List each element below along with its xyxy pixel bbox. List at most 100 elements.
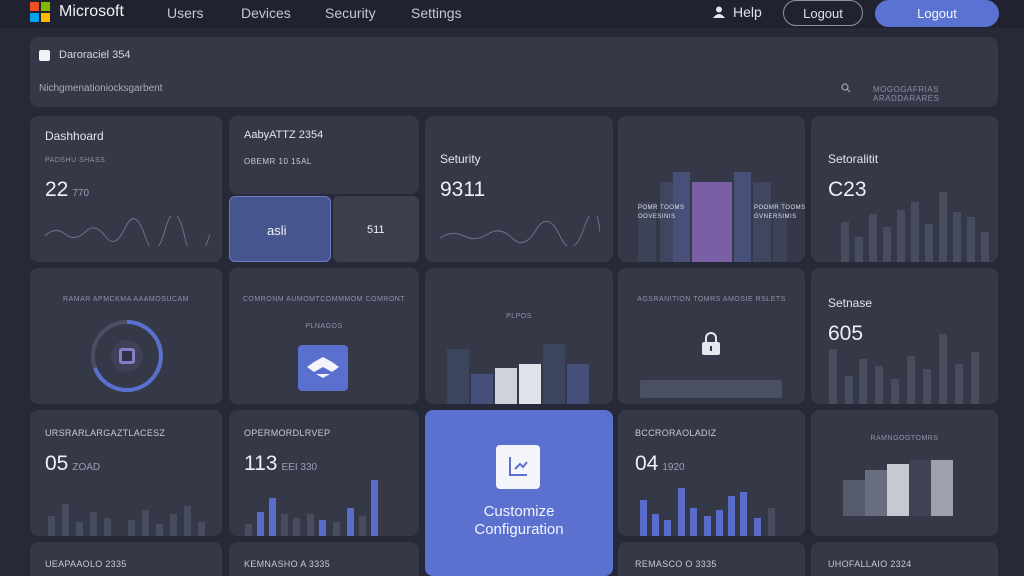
chart-bar bbox=[843, 480, 865, 516]
chart-bar bbox=[184, 506, 191, 536]
chart-bar bbox=[841, 222, 849, 262]
row3-card-2[interactable]: OPERMORDLRVEP 113 EEI 330 bbox=[229, 410, 419, 536]
filter-checkbox-row[interactable]: Daroraciel 354 bbox=[39, 49, 131, 61]
dashboard-card[interactable]: Dashhoard PADSHU SHASS 22 770 bbox=[30, 116, 222, 262]
row4-card-5[interactable]: UHOFALLAIO 2324 bbox=[811, 542, 998, 576]
segment-a[interactable]: asli bbox=[229, 196, 331, 262]
card-title: REMASCO O 3335 bbox=[635, 559, 717, 569]
setoralitit-card[interactable]: Setoralitit C23 bbox=[811, 116, 998, 262]
chart-bar bbox=[753, 182, 771, 262]
segment-a-label: asli bbox=[267, 223, 287, 238]
help-label: Help bbox=[733, 4, 762, 20]
logout-outline-button[interactable]: Logout bbox=[783, 0, 863, 26]
filter-meta: MOGOGAFRIAS ARADDARARES bbox=[873, 85, 940, 103]
nav-devices[interactable]: Devices bbox=[241, 5, 291, 21]
chart-bar bbox=[543, 344, 565, 404]
chart-bar bbox=[967, 217, 975, 262]
row4-card-2[interactable]: KEMNASHO A 3335 bbox=[229, 542, 419, 576]
user-icon bbox=[713, 6, 725, 18]
chart-bar bbox=[690, 508, 697, 536]
chart-label-left: POMR TOOMS OOVESINIS bbox=[638, 205, 685, 220]
chart-bar bbox=[90, 512, 97, 536]
card-title: OPERMORDLRVEP bbox=[244, 428, 331, 438]
chart-bar bbox=[156, 524, 163, 536]
card-value: 04 1920 bbox=[635, 452, 685, 475]
nav-security[interactable]: Security bbox=[325, 5, 376, 21]
chart-bar bbox=[740, 492, 747, 536]
customize-label: Customize Configuration bbox=[474, 503, 564, 538]
lock-icon bbox=[702, 332, 720, 355]
card-title: UHOFALLAIO 2324 bbox=[828, 559, 912, 569]
nav-settings[interactable]: Settings bbox=[411, 5, 462, 21]
chart-bar bbox=[907, 356, 915, 404]
search-icon[interactable] bbox=[841, 83, 851, 93]
filter-checkbox[interactable] bbox=[39, 49, 50, 61]
donut-card[interactable]: RAMAR APMCKMA AAAMOSUCAM bbox=[30, 268, 222, 404]
card-value: 605 bbox=[828, 322, 864, 345]
card-title: Setnase bbox=[828, 296, 873, 310]
nav-users[interactable]: Users bbox=[167, 5, 204, 21]
card-subtitle: COMRONM AUMOMTCOMMMOM COMRONT bbox=[242, 296, 406, 303]
chart-bar bbox=[307, 514, 314, 536]
segment-b[interactable]: 511 bbox=[333, 196, 419, 262]
top-nav: Microsoft Users Devices Security Setting… bbox=[0, 0, 1024, 28]
brand[interactable]: Microsoft bbox=[30, 2, 124, 22]
row3-card-1[interactable]: URSRARLARGAZTLACESZ 05 ZOAD bbox=[30, 410, 222, 536]
lock-card[interactable]: AGSRANITION TOMRS AMOSIE RSLETS bbox=[618, 268, 805, 404]
card-subtitle: OBEMR 10 15AL bbox=[244, 157, 312, 166]
card-title: UEAPAAOLO 2335 bbox=[45, 559, 127, 569]
help-link[interactable]: Help bbox=[713, 4, 762, 20]
customize-configuration-button[interactable]: Customize Configuration bbox=[425, 410, 613, 576]
filter-input[interactable]: Nichgmenationiocksgarbent bbox=[39, 83, 162, 94]
card-value: 22 770 bbox=[45, 178, 90, 201]
card-value: 113 EEI 330 bbox=[244, 452, 318, 475]
chart-bar bbox=[359, 516, 366, 536]
brand-name: Microsoft bbox=[59, 3, 124, 20]
chart-bar bbox=[678, 488, 685, 536]
chart-bar bbox=[198, 522, 205, 536]
chart-bar bbox=[845, 376, 853, 404]
logout-primary-button[interactable]: Logout bbox=[875, 0, 999, 27]
chart-bar bbox=[897, 210, 905, 262]
chart-bar bbox=[640, 500, 647, 536]
chart-bar bbox=[104, 518, 111, 536]
chart-bar bbox=[923, 369, 931, 404]
chart-bar bbox=[981, 232, 989, 262]
chart-bar bbox=[128, 520, 135, 536]
row4-card-1[interactable]: UEAPAAOLO 2335 bbox=[30, 542, 222, 576]
chart-bar bbox=[245, 524, 252, 536]
chart-bar bbox=[495, 368, 517, 404]
purple-bars-card[interactable]: POMR TOOMS OOVESINIS POOMR TOOMS GVNERSI… bbox=[618, 116, 805, 262]
share-card[interactable]: COMRONM AUMOMTCOMMMOM COMRONT PLNAGOS bbox=[229, 268, 419, 404]
row4-card-4[interactable]: REMASCO O 3335 bbox=[618, 542, 805, 576]
chart-bar bbox=[909, 460, 931, 516]
chart-bar bbox=[76, 522, 83, 536]
security-card[interactable]: Seturity 9311 bbox=[425, 116, 613, 262]
chart-bar bbox=[652, 514, 659, 536]
dropbox-icon[interactable] bbox=[298, 345, 348, 391]
chart-bar bbox=[865, 470, 887, 516]
aaby-card[interactable]: AabyATTZ 2354 OBEMR 10 15AL bbox=[229, 116, 419, 194]
chart-bar bbox=[319, 520, 326, 536]
chart-bar bbox=[692, 182, 732, 262]
microsoft-logo-icon bbox=[30, 2, 50, 22]
chart-bar bbox=[953, 212, 961, 262]
filter-panel: Daroraciel 354 Nichgmenationiocksgarbent… bbox=[30, 37, 998, 107]
setnase-card[interactable]: Setnase 605 bbox=[811, 268, 998, 404]
donut-chart bbox=[91, 320, 163, 392]
chart-bar bbox=[293, 518, 300, 536]
progress-tray bbox=[640, 380, 782, 398]
row3-card-4[interactable]: BCCRORAOLADIZ 04 1920 bbox=[618, 410, 805, 536]
card-subtitle: PLPOS bbox=[506, 313, 532, 320]
chart-bar bbox=[939, 192, 947, 262]
chart-bar bbox=[333, 522, 340, 536]
row3-card-5[interactable]: RAMNGOGTOMRS bbox=[811, 410, 998, 536]
chart-bar bbox=[664, 520, 671, 536]
levels-card[interactable]: PLPOS bbox=[425, 268, 613, 404]
chart-bar bbox=[883, 227, 891, 262]
chart-bar bbox=[728, 496, 735, 536]
chart-bar bbox=[519, 364, 541, 404]
filter-checkbox-label: Daroraciel 354 bbox=[59, 49, 131, 61]
chart-icon bbox=[496, 445, 540, 489]
chart-bar bbox=[939, 334, 947, 404]
